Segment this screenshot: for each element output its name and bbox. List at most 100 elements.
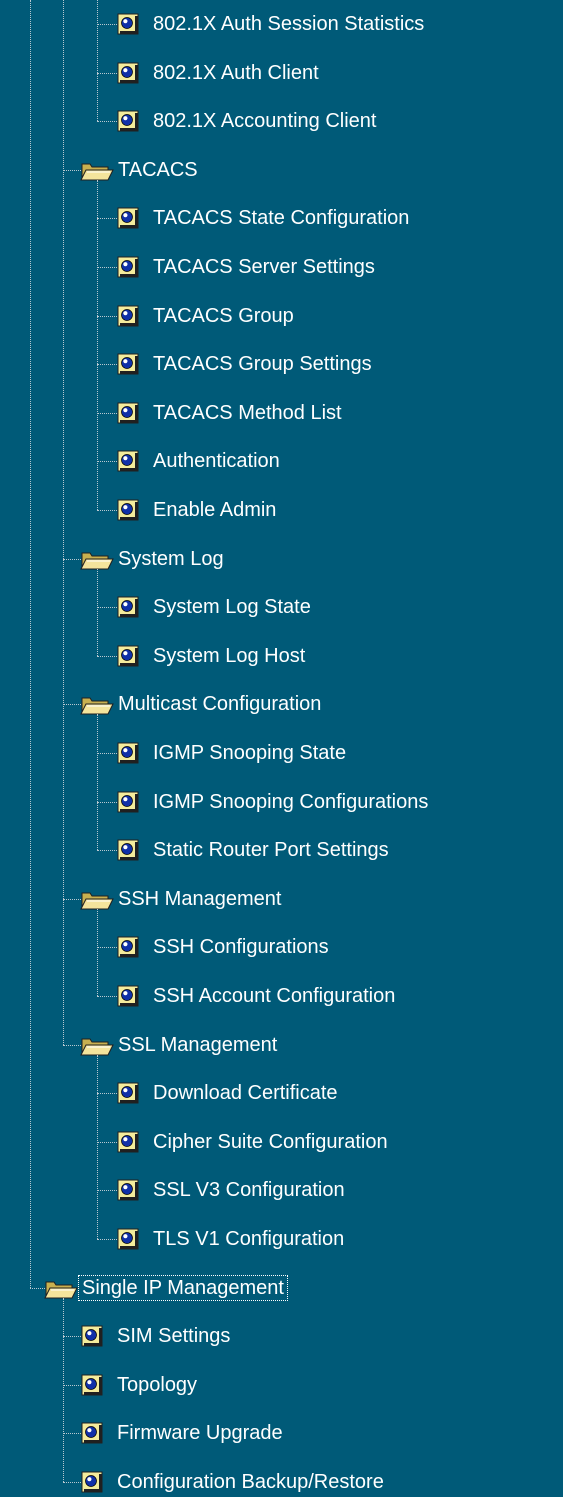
tree-connector-vertical: [97, 908, 98, 996]
tree-connector-horizontal: [63, 1384, 81, 1386]
tree-node-label: TACACS Method List: [153, 401, 342, 424]
tree-connector-vertical: [97, 0, 98, 122]
tree-connector-horizontal: [97, 996, 117, 997]
tree-node-label: Download Certificate: [153, 1082, 338, 1105]
document-page-icon: [117, 645, 139, 667]
tree-node-label: 802.1X Auth Session Statistics: [153, 13, 425, 35]
tree-item-tacacs-state-configuration[interactable]: TACACS State Configuration: [117, 203, 412, 233]
tree-item-tacacs-group[interactable]: TACACS Group: [117, 301, 297, 331]
tree-item-ssh-configurations[interactable]: SSH Configurations: [117, 932, 332, 962]
tree-connector-horizontal: [63, 898, 81, 900]
open-folder-icon: [80, 888, 114, 910]
document-page-icon: [117, 62, 139, 84]
tree-item-802-1x-auth-client[interactable]: 802.1X Auth Client: [117, 58, 322, 88]
tree-connector-horizontal: [97, 121, 117, 123]
tree-item-download-certificate[interactable]: Download Certificate: [117, 1078, 341, 1108]
tree-connector-horizontal: [97, 947, 117, 949]
tree-connector-horizontal: [97, 72, 117, 74]
tree-item-802-1x-auth-session-statistics[interactable]: 802.1X Auth Session Statistics: [117, 9, 427, 39]
tree-node-label: Configuration Backup/Restore: [117, 1471, 384, 1493]
tree-connector-horizontal: [97, 218, 117, 220]
tree-node-label: IGMP Snooping State: [153, 742, 347, 764]
tree-connector-horizontal: [63, 558, 81, 560]
tree-item-system-log-host[interactable]: System Log Host: [117, 641, 308, 671]
tree-item-topology[interactable]: Topology: [81, 1370, 200, 1400]
tree-node-label: 802.1X Auth Client: [153, 61, 319, 84]
document-page-icon: [117, 305, 139, 327]
tree-node-label: System Log Host: [153, 644, 306, 667]
tree-folder-ssl-management[interactable]: SSL Management: [80, 1030, 280, 1060]
tree-folder-tacacs[interactable]: TACACS: [80, 155, 201, 185]
tree-connector-vertical: [97, 714, 98, 851]
tree-item-tacacs-server-settings[interactable]: TACACS Server Settings: [117, 252, 378, 282]
tree-item-igmp-snooping-state[interactable]: IGMP Snooping State: [117, 738, 349, 768]
tree-item-enable-admin[interactable]: Enable Admin: [117, 495, 279, 525]
tree-item-ssh-account-configuration[interactable]: SSH Account Configuration: [117, 981, 398, 1011]
tree-item-system-log-state[interactable]: System Log State: [117, 592, 314, 622]
tree-connector-horizontal: [97, 267, 117, 268]
document-page-icon: [81, 1422, 103, 1444]
document-page-icon: [117, 402, 139, 424]
tree-node-label: System Log State: [153, 596, 311, 619]
tree-item-sim-settings[interactable]: SIM Settings: [81, 1321, 233, 1351]
tree-node-label: Enable Admin: [153, 499, 277, 521]
tree-connector-horizontal: [97, 850, 117, 852]
tree-item-ssl-v3-configuration[interactable]: SSL V3 Configuration: [117, 1175, 348, 1205]
tree-folder-system-log[interactable]: System Log: [80, 544, 227, 574]
document-page-icon: [117, 596, 139, 618]
tree-item-firmware-upgrade[interactable]: Firmware Upgrade: [81, 1418, 286, 1448]
tree-item-tacacs-group-settings[interactable]: TACACS Group Settings: [117, 349, 375, 379]
tree-node-label: Static Router Port Settings: [153, 839, 389, 862]
tree-folder-ssh-management[interactable]: SSH Management: [80, 884, 284, 914]
tree-item-static-router-port-settings[interactable]: Static Router Port Settings: [117, 835, 392, 865]
tree-connector-vertical: [63, 1297, 64, 1482]
tree-node-label: TACACS Group: [153, 304, 294, 327]
document-page-icon: [117, 1228, 139, 1250]
tree-item-configuration-backup-restore[interactable]: Configuration Backup/Restore: [81, 1467, 387, 1497]
tree-connector-horizontal: [63, 1044, 81, 1046]
tree-connector-horizontal: [97, 801, 117, 803]
document-page-icon: [117, 1131, 139, 1153]
tree-item-tls-v1-configuration[interactable]: TLS V1 Configuration: [117, 1224, 347, 1254]
tree-item-igmp-snooping-configurations[interactable]: IGMP Snooping Configurations: [117, 787, 431, 817]
tree-node-label: Topology: [117, 1373, 198, 1396]
document-page-icon: [117, 742, 139, 764]
tree-node-label: SSH Account Configuration: [153, 985, 396, 1007]
tree-connector-horizontal: [97, 461, 117, 463]
tree-connector-horizontal: [63, 704, 81, 706]
tree-node-label: SIM Settings: [117, 1325, 231, 1348]
tree-item-tacacs-method-list[interactable]: TACACS Method List: [117, 398, 345, 428]
document-page-icon: [117, 985, 139, 1007]
tree-connector-horizontal: [63, 1482, 81, 1483]
tree-connector-horizontal: [97, 753, 117, 754]
tree-connector-horizontal: [97, 1239, 117, 1240]
tree-connector-horizontal: [97, 24, 117, 25]
tree-connector-horizontal: [97, 1141, 117, 1143]
tree-connector-horizontal: [97, 510, 117, 511]
tree-node-label: Authentication: [153, 450, 280, 473]
tree-node-label: 802.1X Accounting Client: [153, 110, 377, 133]
document-page-icon: [117, 207, 139, 229]
tree-connector-horizontal: [63, 169, 81, 171]
tree-node-label: Cipher Suite Configuration: [153, 1130, 388, 1153]
open-folder-icon: [80, 548, 114, 570]
document-page-icon: [117, 13, 139, 35]
tree-connector-vertical: [63, 0, 64, 1045]
document-page-icon: [81, 1325, 103, 1347]
document-page-icon: [117, 1179, 139, 1201]
tree-item-802-1x-accounting-client[interactable]: 802.1X Accounting Client: [117, 106, 380, 136]
tree-folder-single-ip-management[interactable]: Single IP Management: [44, 1273, 288, 1303]
tree-connector-horizontal: [97, 1093, 117, 1095]
tree-connector-vertical: [30, 0, 31, 1288]
tree-connector-horizontal: [97, 315, 117, 317]
tree-connector-horizontal: [97, 607, 117, 609]
tree-node-label: SSH Configurations: [153, 936, 329, 959]
navigation-tree: 802.1X Auth Session Statistics 802.1X Aut…: [0, 0, 563, 1497]
document-page-icon: [117, 110, 139, 132]
tree-item-authentication[interactable]: Authentication: [117, 446, 283, 476]
tree-node-label: SSL V3 Configuration: [153, 1179, 345, 1202]
tree-connector-horizontal: [63, 1336, 81, 1338]
tree-item-cipher-suite-configuration[interactable]: Cipher Suite Configuration: [117, 1127, 391, 1157]
tree-node-label: SSL Management: [118, 1033, 278, 1056]
tree-folder-multicast-configuration[interactable]: Multicast Configuration: [80, 689, 324, 719]
